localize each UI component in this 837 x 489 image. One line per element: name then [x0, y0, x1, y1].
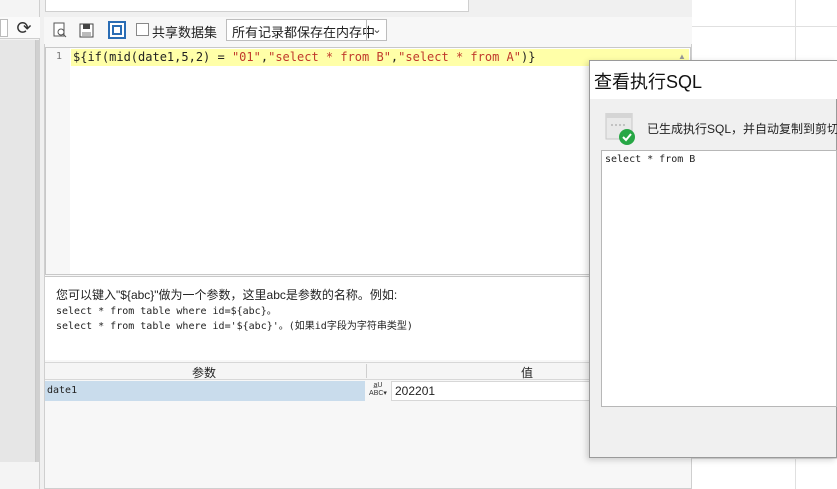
code-segment: , [260, 50, 269, 64]
code-string: "01" [231, 50, 261, 64]
code-string: "select * from B" [268, 50, 391, 64]
preview-icon[interactable] [51, 21, 69, 39]
edit-sql-icon[interactable] [108, 21, 126, 39]
code-segment: ${if(mid(date1,5,2) = [73, 50, 232, 64]
share-dataset-checkbox[interactable] [136, 23, 149, 36]
left-button[interactable] [0, 19, 8, 37]
code-string: "select * from A" [398, 50, 521, 64]
storage-mode-value: 所有记录都保存在内存中 [232, 25, 376, 40]
line-number: 1 [55, 51, 62, 62]
hint-example: select * from table where id=${abc}。 [56, 306, 277, 317]
dialog-title: 查看执行SQL [594, 72, 703, 92]
code-segment: )} [520, 50, 536, 64]
generated-sql-textarea[interactable] [601, 150, 837, 407]
top-field[interactable] [45, 0, 469, 12]
refresh-icon[interactable]: ⟳ [14, 18, 34, 38]
generated-sql-text: select * from B [605, 154, 696, 165]
param-name-cell[interactable]: date1 [47, 385, 77, 396]
grid-line [692, 458, 837, 459]
grid-line [692, 26, 837, 27]
column-divider[interactable] [366, 364, 367, 378]
database-check-icon [605, 112, 635, 145]
share-dataset-label: 共享数据集 [152, 25, 218, 40]
chevron-down-icon[interactable]: ⌄ [366, 19, 387, 41]
save-icon[interactable] [77, 21, 95, 39]
left-scrollbar[interactable] [36, 40, 40, 462]
sql-code-line[interactable]: ${if(mid(date1,5,2) = "01","select * fro… [73, 50, 535, 64]
column-header-value: 值 [521, 366, 534, 380]
param-value-text: 202201 [395, 384, 436, 398]
column-header-param: 参数 [192, 366, 217, 380]
dialog-message: 已生成执行SQL，并自动复制到剪切板 [647, 122, 837, 136]
table-row[interactable] [45, 381, 365, 401]
line-gutter [46, 48, 70, 274]
hint-example: select * from table where id='${abc}'。(如… [56, 321, 413, 332]
hint-text: 您可以键入"${abc}"做为一个参数，这里abc是参数的名称。例如: [56, 288, 398, 302]
dataset-list[interactable] [0, 40, 36, 462]
abc-type-icon[interactable]: a̲U ABC▾ [367, 381, 389, 401]
